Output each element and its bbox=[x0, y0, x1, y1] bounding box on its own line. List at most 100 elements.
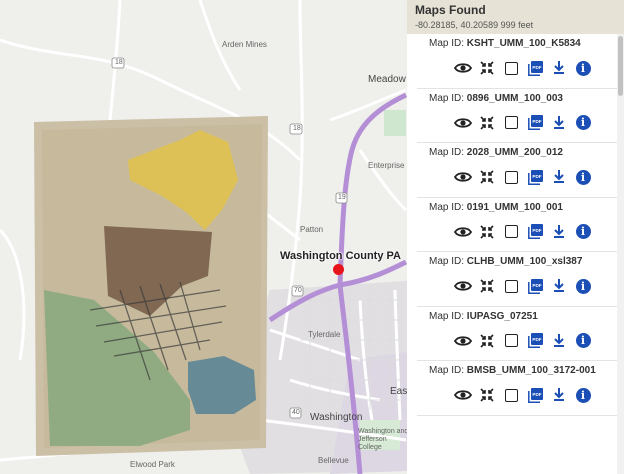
map-result-item: Map ID: IUPASG_07251 PDF i bbox=[417, 307, 624, 361]
map-id-value: BMSB_UMM_100_3172-001 bbox=[466, 365, 596, 376]
checkbox-icon bbox=[504, 116, 518, 129]
info-icon: i bbox=[575, 115, 591, 130]
map-result-item: Map ID: BMSB_UMM_100_3172-001 PDF i bbox=[417, 361, 624, 416]
select-map-checkbox[interactable] bbox=[499, 385, 523, 405]
pdf-button[interactable]: PDF bbox=[523, 113, 547, 133]
download-button[interactable] bbox=[547, 167, 571, 187]
select-map-checkbox[interactable] bbox=[499, 113, 523, 133]
map-label-college: Washington and Jefferson College bbox=[358, 428, 409, 451]
pdf-icon: PDF bbox=[527, 169, 543, 185]
pdf-icon-text: PDF bbox=[532, 392, 541, 397]
select-map-checkbox[interactable] bbox=[499, 276, 523, 296]
panel-title: Maps Found bbox=[415, 3, 486, 17]
download-button[interactable] bbox=[547, 385, 571, 405]
map-id-prefix: Map ID: bbox=[429, 147, 467, 158]
map-actions: PDF i bbox=[451, 58, 595, 78]
download-button[interactable] bbox=[547, 222, 571, 242]
pdf-button[interactable]: PDF bbox=[523, 276, 547, 296]
select-map-checkbox[interactable] bbox=[499, 58, 523, 78]
select-map-checkbox[interactable] bbox=[499, 331, 523, 351]
download-button[interactable] bbox=[547, 58, 571, 78]
pdf-button[interactable]: PDF bbox=[523, 58, 547, 78]
map-actions: PDF i bbox=[451, 385, 595, 405]
location-marker[interactable] bbox=[333, 264, 344, 275]
map-result-item: Map ID: 2028_UMM_200_012 PDF i bbox=[417, 143, 624, 198]
view-map-button[interactable] bbox=[451, 222, 475, 242]
eye-icon bbox=[454, 281, 472, 291]
map-actions: PDF i bbox=[451, 113, 595, 133]
pdf-icon-text: PDF bbox=[532, 228, 541, 233]
download-icon bbox=[554, 115, 564, 129]
map-results-list[interactable]: Map ID: KSHT_UMM_100_K5834 PDF i Map ID:… bbox=[417, 34, 624, 474]
zoom-to-map-button[interactable] bbox=[475, 331, 499, 351]
pdf-icon-text: PDF bbox=[532, 119, 541, 124]
map-id-value: CLHB_UMM_100_xsl387 bbox=[466, 256, 583, 267]
map-result-item: Map ID: 0896_UMM_100_003 PDF i bbox=[417, 89, 624, 143]
map-id-prefix: Map ID: bbox=[429, 256, 467, 267]
map-id-label: Map ID: 2028_UMM_200_012 bbox=[429, 147, 563, 158]
map-info-button[interactable]: i bbox=[571, 385, 595, 405]
map-label-meadow: Meadow bbox=[368, 74, 406, 85]
map-info-button[interactable]: i bbox=[571, 113, 595, 133]
info-icon: i bbox=[575, 278, 591, 294]
info-icon: i bbox=[575, 169, 591, 185]
eye-icon bbox=[454, 390, 472, 400]
map-label-arden-mines: Arden Mines bbox=[222, 40, 267, 49]
eye-icon bbox=[454, 172, 472, 182]
map-result-item: Map ID: KSHT_UMM_100_K5834 PDF i bbox=[417, 34, 624, 89]
maps-found-panel: Maps Found -80.28185, 40.20589 999 feet … bbox=[407, 0, 624, 474]
view-map-button[interactable] bbox=[451, 331, 475, 351]
map-id-value: 0896_UMM_100_003 bbox=[466, 92, 563, 104]
view-map-button[interactable] bbox=[451, 113, 475, 133]
panel-header: Maps Found -80.28185, 40.20589 999 feet bbox=[407, 0, 624, 34]
map-id-value: 0191_UMM_100_001 bbox=[466, 201, 563, 213]
pdf-icon: PDF bbox=[527, 278, 543, 294]
pdf-icon-text: PDF bbox=[532, 283, 541, 288]
map-label-washington: Washington bbox=[310, 412, 363, 423]
zoom-to-map-button[interactable] bbox=[475, 167, 499, 187]
checkbox-icon bbox=[504, 279, 518, 293]
map-id-label: Map ID: 0191_UMM_100_001 bbox=[429, 202, 563, 213]
select-map-checkbox[interactable] bbox=[499, 167, 523, 187]
pdf-icon: PDF bbox=[527, 60, 543, 76]
zoom-to-map-button[interactable] bbox=[475, 222, 499, 242]
map-id-prefix: Map ID: bbox=[429, 92, 467, 104]
map-actions: PDF i bbox=[451, 276, 595, 296]
map-id-prefix: Map ID: bbox=[429, 310, 467, 322]
download-button[interactable] bbox=[547, 276, 571, 296]
download-button[interactable] bbox=[547, 331, 571, 351]
zoom-to-map-button[interactable] bbox=[475, 113, 499, 133]
pdf-button[interactable]: PDF bbox=[523, 222, 547, 242]
select-map-checkbox[interactable] bbox=[499, 222, 523, 242]
pdf-button[interactable]: PDF bbox=[523, 385, 547, 405]
view-map-button[interactable] bbox=[451, 385, 475, 405]
view-map-button[interactable] bbox=[451, 58, 475, 78]
map-actions: PDF i bbox=[451, 331, 595, 351]
info-icon: i bbox=[575, 333, 591, 348]
checkbox-icon bbox=[504, 225, 518, 238]
map-id-label: Map ID: BMSB_UMM_100_3172-001 bbox=[429, 365, 596, 376]
map-info-button[interactable]: i bbox=[571, 331, 595, 351]
map-actions: PDF i bbox=[451, 222, 595, 242]
scrollbar-thumb[interactable] bbox=[618, 36, 623, 96]
pdf-button[interactable]: PDF bbox=[523, 167, 547, 187]
pdf-button[interactable]: PDF bbox=[523, 331, 547, 351]
results-scrollbar[interactable] bbox=[617, 34, 624, 474]
map-info-button[interactable]: i bbox=[571, 222, 595, 242]
view-map-button[interactable] bbox=[451, 167, 475, 187]
zoom-to-map-button[interactable] bbox=[475, 276, 499, 296]
map-id-prefix: Map ID: bbox=[429, 201, 467, 213]
route-shield-label: 19 bbox=[338, 194, 346, 201]
pdf-icon: PDF bbox=[527, 224, 543, 239]
download-button[interactable] bbox=[547, 113, 571, 133]
map-info-button[interactable]: i bbox=[571, 167, 595, 187]
zoom-to-map-button[interactable] bbox=[475, 385, 499, 405]
collapse-arrows-icon bbox=[480, 170, 494, 184]
zoom-to-map-button[interactable] bbox=[475, 58, 499, 78]
view-map-button[interactable] bbox=[451, 276, 475, 296]
map-info-button[interactable]: i bbox=[571, 276, 595, 296]
map-label-patton: Patton bbox=[300, 225, 324, 234]
collapse-arrows-icon bbox=[480, 61, 494, 75]
map-info-button[interactable]: i bbox=[571, 58, 595, 78]
collapse-arrows-icon bbox=[480, 388, 494, 402]
